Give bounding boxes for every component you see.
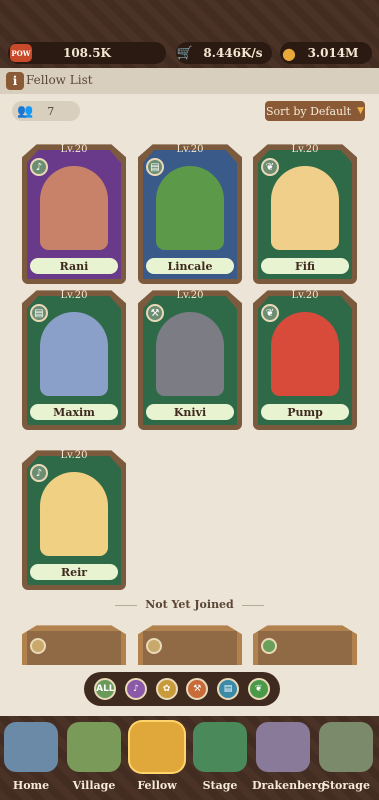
not-joined-heading: Not Yet Joined [0, 598, 379, 611]
fellow-portrait [271, 166, 339, 250]
locked-fellow-card[interactable] [138, 625, 242, 665]
fellow-card-pump[interactable]: Lv.20 ❦ Pump [253, 290, 357, 430]
bottom-nav: Home Village Fellow Stage Drakenberg Storage [0, 716, 379, 800]
nav-stage[interactable]: Stage [189, 722, 251, 792]
fellow-portrait [40, 312, 108, 396]
fellow-portrait [271, 312, 339, 396]
pow-icon: POW [10, 44, 32, 62]
fellow-name: Lincale [146, 258, 234, 274]
fellow-portrait [40, 166, 108, 250]
nav-label: Storage [322, 779, 370, 792]
pow-value: 108.5K [62, 46, 111, 60]
fellow-portrait [156, 166, 224, 250]
fellow-card-lincale[interactable]: Lv.20 ▤ Lincale [138, 144, 242, 284]
fellow-card-maxim[interactable]: Lv.20 ▤ Maxim [22, 290, 126, 430]
coin-icon: ● [282, 43, 296, 63]
sort-label: Sort by Default [266, 104, 352, 118]
nav-fellow[interactable]: Fellow [126, 722, 188, 792]
nav-label: Fellow [137, 779, 177, 792]
fellow-count-value: 7 [47, 104, 55, 118]
nav-storage[interactable]: Storage [315, 722, 377, 792]
not-joined-label: Not Yet Joined [145, 598, 234, 611]
fellow-name: Pump [261, 404, 349, 420]
chevron-down-icon: ▼ [357, 106, 364, 116]
book-icon: ▤ [146, 158, 164, 176]
pow-counter: POW 108.5K [8, 42, 166, 64]
book-icon [30, 638, 46, 654]
nav-village[interactable]: Village [63, 722, 125, 792]
nav-label: Drakenberg [252, 779, 326, 792]
sort-dropdown[interactable]: Sort by Default ▼ [265, 101, 365, 121]
filter-lyre-icon[interactable]: ♪ [124, 678, 147, 700]
fellow-count: 👥 7 [12, 101, 80, 121]
production-value: 8.446K/s [203, 46, 263, 60]
lyre-icon: ♪ [30, 464, 48, 482]
filter-all-icon[interactable]: ALL [94, 678, 117, 700]
coin-value: 3.014M [307, 46, 359, 60]
fellow-portrait [40, 472, 108, 556]
paw-icon [146, 638, 162, 654]
fellow-name: Knivi [146, 404, 234, 420]
panel-title: Fellow List [26, 73, 93, 87]
village-icon [67, 722, 121, 772]
fellow-name: Rani [30, 258, 118, 274]
production-counter: 🛒 8.446K/s [176, 42, 272, 64]
drakenberg-icon [256, 722, 310, 772]
filter-hammer-icon[interactable]: ⚒ [186, 678, 209, 700]
fellow-name: Fifi [261, 258, 349, 274]
filter-book-icon[interactable]: ▤ [216, 678, 239, 700]
fellow-card-reir[interactable]: Lv.20 ♪ Reir [22, 450, 126, 590]
level-label: Lv.20 [60, 290, 88, 301]
type-filter-bar: ALL ♪ ✿ ⚒ ▤ ❦ [84, 672, 280, 706]
lyre-icon: ♪ [30, 158, 48, 176]
leaf-icon [261, 638, 277, 654]
storage-icon [319, 722, 373, 772]
resource-bar: POW 108.5K 🛒 8.446K/s ● 3.014M [0, 0, 379, 68]
fellow-portrait [156, 312, 224, 396]
fellow-card-knivi[interactable]: Lv.20 ⚒ Knivi [138, 290, 242, 430]
nav-drakenberg[interactable]: Drakenberg [252, 722, 325, 792]
home-icon [4, 722, 58, 772]
nav-label: Stage [202, 779, 238, 792]
book-icon: ▤ [30, 304, 48, 322]
cart-icon: 🛒 [176, 45, 194, 61]
level-label: Lv.20 [176, 290, 204, 301]
level-label: Lv.20 [176, 144, 204, 155]
level-label: Lv.20 [291, 144, 319, 155]
leaf-icon: ❦ [261, 158, 279, 176]
level-label: Lv.20 [291, 290, 319, 301]
filter-leaf-icon[interactable]: ❦ [247, 678, 270, 700]
level-label: Lv.20 [60, 450, 88, 461]
nav-label: Home [12, 779, 50, 792]
fellow-icon [130, 722, 184, 772]
locked-fellow-card[interactable] [22, 625, 126, 665]
fellow-name: Reir [30, 564, 118, 580]
fellow-list-panel: i Fellow List 👥 7 Sort by Default ▼ Lv.2… [0, 68, 379, 716]
nav-label: Village [72, 779, 116, 792]
hammer-icon: ⚒ [146, 304, 164, 322]
info-icon[interactable]: i [6, 72, 24, 90]
stage-icon [193, 722, 247, 772]
level-label: Lv.20 [60, 144, 88, 155]
fellow-card-fifi[interactable]: Lv.20 ❦ Fifi [253, 144, 357, 284]
fellow-name: Maxim [30, 404, 118, 420]
nav-home[interactable]: Home [0, 722, 62, 792]
leaf-icon: ❦ [261, 304, 279, 322]
coin-counter: ● 3.014M [280, 42, 372, 64]
locked-fellow-card[interactable] [253, 625, 357, 665]
filter-paw-icon[interactable]: ✿ [155, 678, 178, 700]
fellow-card-rani[interactable]: Lv.20 ♪ Rani [22, 144, 126, 284]
fellows-icon: 👥 [17, 103, 34, 119]
panel-header: i Fellow List [0, 68, 379, 94]
